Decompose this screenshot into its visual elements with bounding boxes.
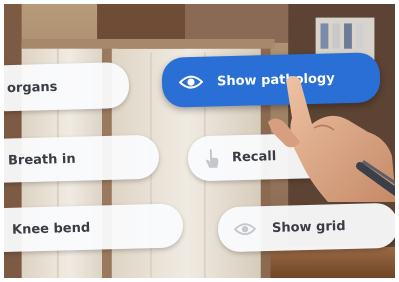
breath-in-label: Breath in <box>7 151 76 169</box>
show-grid-label: Show grid <box>271 219 346 236</box>
knee-bend-label: Knee bend <box>11 220 91 238</box>
screenshot-frame: organs Breath in Knee bend Show patholog… <box>0 0 399 282</box>
show-grid-button[interactable]: Show grid <box>217 202 395 253</box>
eye-icon <box>233 221 257 237</box>
breath-in-button[interactable]: Breath in <box>4 134 160 184</box>
eye-icon <box>178 74 204 91</box>
knee-bend-button[interactable]: Knee bend <box>4 203 184 253</box>
user-hand <box>268 76 395 202</box>
hand-pointer-icon <box>204 147 221 169</box>
organs-label: organs <box>6 79 58 96</box>
organs-button[interactable]: organs <box>4 61 130 113</box>
